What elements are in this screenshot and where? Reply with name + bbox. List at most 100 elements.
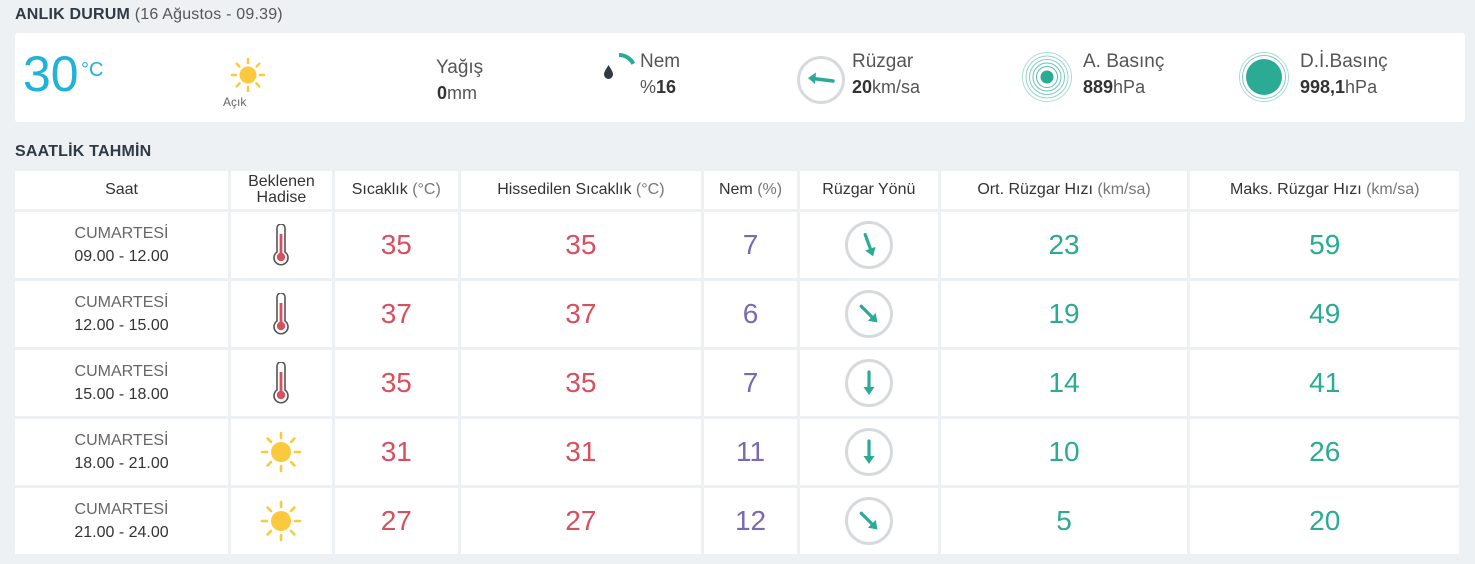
col-header-maks-label: Maks. Rüzgar Hızı — [1230, 181, 1362, 198]
cell-wind-max: 49 — [1190, 281, 1459, 347]
cell-time: CUMARTESİ 12.00 - 15.00 — [15, 281, 229, 347]
cell-feels-like: 37 — [460, 281, 701, 347]
sun-icon — [230, 57, 266, 93]
cell-wind-avg: 23 — [940, 212, 1188, 278]
row-day: CUMARTESİ — [74, 294, 169, 311]
cell-temperature: 35 — [334, 212, 458, 278]
humidity-prefix: % — [640, 77, 657, 97]
cell-hadise — [231, 212, 332, 278]
wind-direction-icon — [844, 359, 893, 407]
cell-wind-avg: 10 — [940, 419, 1188, 485]
cell-time: CUMARTESİ 18.00 - 21.00 — [15, 419, 229, 485]
sun-icon — [261, 431, 302, 473]
row-hours: 21.00 - 24.00 — [74, 524, 169, 541]
row-day: CUMARTESİ — [74, 363, 169, 380]
sun-icon — [261, 500, 302, 542]
cell-hadise — [231, 350, 332, 416]
pressure-rings-icon — [1022, 52, 1072, 102]
precip-value: 0mm — [437, 83, 477, 104]
col-header-maks-unit: (km/sa) — [1366, 181, 1420, 198]
cell-feels-like: 35 — [460, 350, 701, 416]
cell-time: CUMARTESİ 15.00 - 18.00 — [15, 350, 229, 416]
row-hours: 18.00 - 21.00 — [74, 455, 169, 472]
table-body: CUMARTESİ 09.00 - 12.00 35 35 7 23 59 CU… — [15, 212, 1459, 554]
cell-wind-max: 20 — [1190, 488, 1459, 554]
sea-pressure-unit: hPa — [1345, 77, 1378, 97]
col-header-nem-unit: (%) — [757, 181, 783, 198]
cell-hadise — [231, 488, 332, 554]
row-hours: 12.00 - 15.00 — [74, 317, 169, 334]
cell-time: CUMARTESİ 09.00 - 12.00 — [15, 212, 229, 278]
humidity-number: 16 — [656, 77, 677, 97]
hourly-forecast-table: Saat Beklenen Hadise Sıcaklık (°C) Hisse… — [12, 168, 1462, 557]
current-temperature: 30 — [23, 46, 79, 102]
cell-humidity: 12 — [704, 488, 798, 554]
pressure-value: 889hPa — [1083, 77, 1145, 98]
cell-wind-max: 41 — [1190, 350, 1459, 416]
cell-humidity: 7 — [704, 212, 798, 278]
cell-humidity: 7 — [704, 350, 798, 416]
table-row: CUMARTESİ 12.00 - 15.00 37 37 6 19 49 — [15, 281, 1459, 347]
cell-wind-direction — [800, 212, 938, 278]
pressure-number: 889 — [1083, 77, 1114, 97]
col-header-maks: Maks. Rüzgar Hızı (km/sa) — [1190, 171, 1459, 209]
col-header-nem: Nem (%) — [704, 171, 798, 209]
current-condition-label: Açık — [223, 95, 247, 109]
col-header-ort-unit: (km/sa) — [1097, 181, 1151, 198]
thermometer-icon — [273, 224, 290, 266]
cell-wind-direction — [800, 488, 938, 554]
table-row: CUMARTESİ 15.00 - 18.00 35 35 7 14 41 — [15, 350, 1459, 416]
col-header-ort: Ort. Rüzgar Hızı (km/sa) — [940, 171, 1188, 209]
wind-direction-icon — [844, 428, 893, 476]
sea-pressure-label: D.İ.Basınç — [1300, 51, 1388, 72]
row-day: CUMARTESİ — [74, 225, 169, 242]
current-conditions-panel: 30 °C Açık Yağış 0mm Nem %16 Rüzgar 20km… — [15, 33, 1465, 122]
sea-pressure-value: 998,1hPa — [1300, 77, 1377, 98]
cell-hadise — [231, 419, 332, 485]
wind-value: 20km/sa — [852, 77, 920, 98]
wind-speed: 20 — [852, 77, 873, 97]
pressure-label: A. Basınç — [1083, 51, 1165, 72]
humidity-label: Nem — [640, 51, 681, 72]
row-hours: 09.00 - 12.00 — [74, 248, 169, 265]
wind-direction-icon — [844, 497, 893, 545]
cell-wind-direction — [800, 281, 938, 347]
cell-temperature: 37 — [334, 281, 458, 347]
humidity-gauge-icon — [604, 53, 636, 79]
cell-feels-like: 27 — [460, 488, 701, 554]
wind-direction-icon — [797, 56, 845, 104]
cell-wind-max: 59 — [1190, 212, 1459, 278]
wind-direction-icon — [844, 290, 893, 338]
wind-direction-icon — [844, 221, 893, 269]
cell-wind-avg: 5 — [940, 488, 1188, 554]
col-header-hissedilen: Hissedilen Sıcaklık (°C) — [460, 171, 701, 209]
cell-humidity: 11 — [704, 419, 798, 485]
cell-temperature: 27 — [334, 488, 458, 554]
table-row: CUMARTESİ 09.00 - 12.00 35 35 7 23 59 — [15, 212, 1459, 278]
cell-wind-avg: 14 — [940, 350, 1188, 416]
humidity-value: %16 — [640, 77, 676, 98]
cell-wind-direction — [800, 419, 938, 485]
wind-label: Rüzgar — [852, 51, 914, 72]
table-row: CUMARTESİ 18.00 - 21.00 31 31 11 10 26 — [15, 419, 1459, 485]
current-subtitle: (16 Ağustos - 09.39) — [134, 6, 283, 23]
col-header-hissedilen-unit: (°C) — [635, 181, 665, 198]
col-header-hissedilen-label: Hissedilen Sıcaklık — [497, 181, 632, 198]
table-header-row: Saat Beklenen Hadise Sıcaklık (°C) Hisse… — [15, 171, 1459, 209]
pressure-unit: hPa — [1113, 77, 1146, 97]
thermometer-icon — [273, 293, 290, 335]
cell-wind-avg: 19 — [940, 281, 1188, 347]
col-header-saat: Saat — [15, 171, 229, 209]
cell-temperature: 35 — [334, 350, 458, 416]
cell-temperature: 31 — [334, 419, 458, 485]
current-conditions-title: ANLIK DURUM (16 Ağustos - 09.39) — [15, 6, 283, 24]
col-header-sicaklik: Sıcaklık (°C) — [334, 171, 458, 209]
sea-pressure-number: 998,1 — [1300, 77, 1346, 97]
col-header-ort-label: Ort. Rüzgar Hızı — [977, 181, 1093, 198]
cell-time: CUMARTESİ 21.00 - 24.00 — [15, 488, 229, 554]
cell-feels-like: 31 — [460, 419, 701, 485]
precip-amount: 0 — [437, 83, 448, 103]
col-header-sicaklik-label: Sıcaklık — [351, 181, 408, 198]
thermometer-icon — [273, 362, 290, 404]
cell-hadise — [231, 281, 332, 347]
